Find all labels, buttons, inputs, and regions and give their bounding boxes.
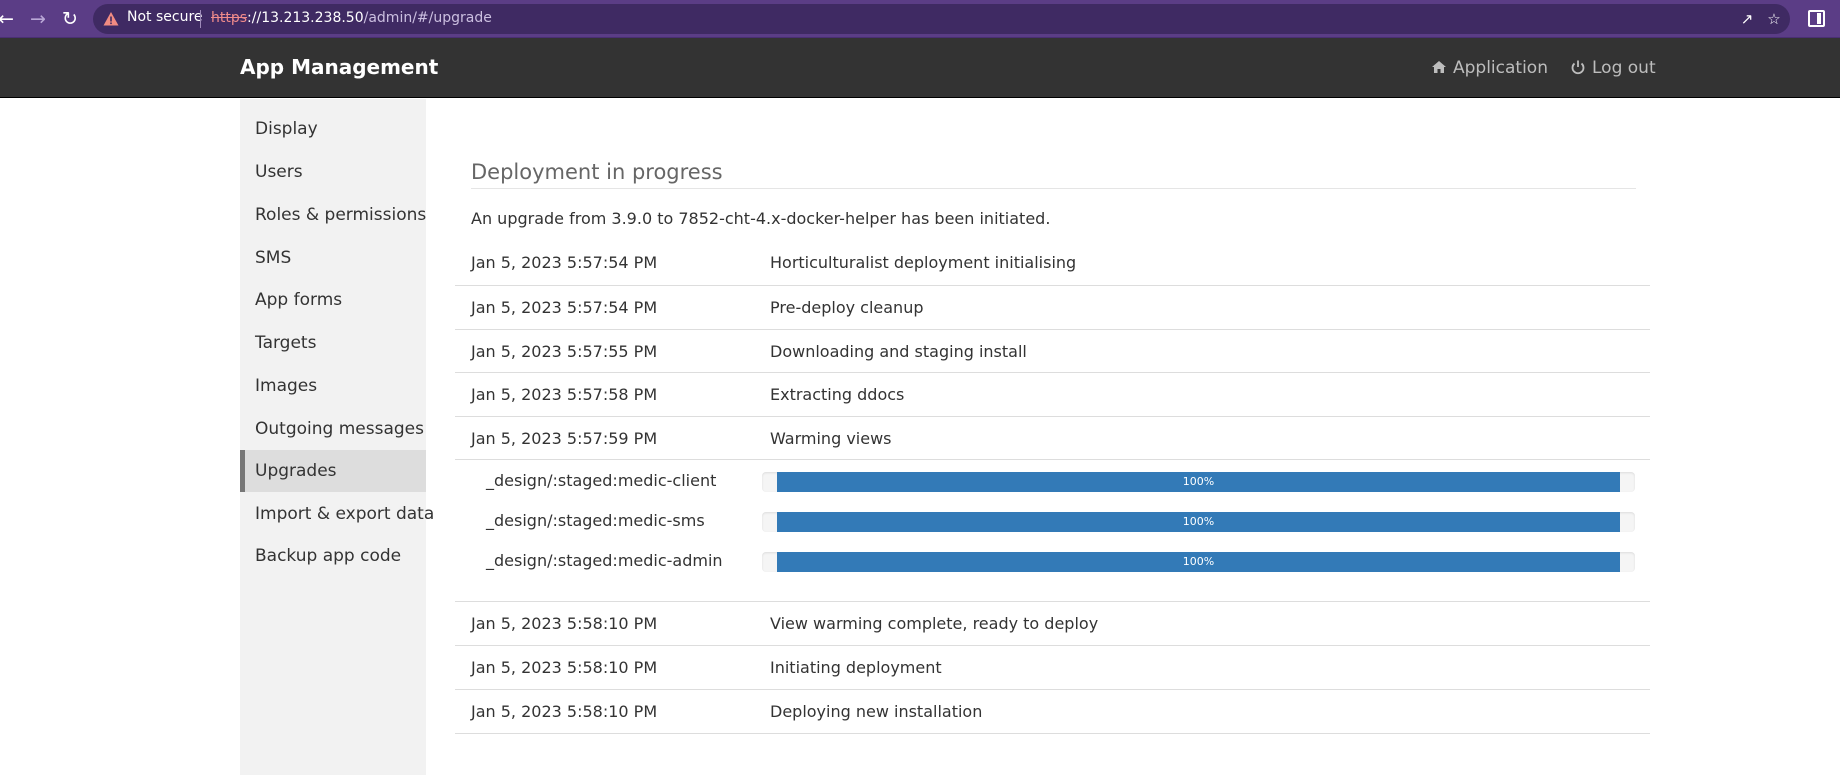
log-message: Downloading and staging install [770, 342, 1027, 361]
log-message: Pre-deploy cleanup [770, 298, 924, 317]
warning-icon [103, 12, 119, 26]
log-row: Jan 5, 2023 5:57:54 PM Pre-deploy cleanu… [455, 285, 1650, 329]
progress-bar: 100% [762, 512, 1635, 532]
log-timestamp: Jan 5, 2023 5:57:59 PM [471, 429, 658, 448]
progress-bar: 100% [762, 552, 1635, 572]
sidebar-item-upgrades[interactable]: Upgrades [240, 450, 426, 492]
power-icon [1571, 60, 1585, 75]
logout-label: Log out [1592, 58, 1656, 78]
app-navbar: App Management Application Log out [0, 38, 1840, 98]
application-label: Application [1453, 58, 1548, 78]
star-icon[interactable]: ☆ [1765, 10, 1783, 28]
logout-link[interactable]: Log out [1570, 58, 1656, 78]
sidebar-item-import-export[interactable]: Import & export data [240, 493, 434, 535]
progress-fill: 100% [777, 552, 1620, 572]
share-icon[interactable]: ↗ [1738, 10, 1756, 28]
log-timestamp: Jan 5, 2023 5:58:10 PM [471, 658, 658, 677]
title-divider [471, 188, 1636, 189]
log-timestamp: Jan 5, 2023 5:57:58 PM [471, 385, 658, 404]
log-row: Jan 5, 2023 5:58:10 PM View warming comp… [455, 601, 1650, 645]
url-host: ://13.213.238.50 [247, 10, 364, 26]
security-status[interactable]: Not secure [127, 9, 203, 25]
log-timestamp: Jan 5, 2023 5:57:55 PM [471, 342, 658, 361]
application-link[interactable]: Application [1431, 58, 1548, 78]
progress-fill: 100% [777, 472, 1620, 492]
progress-bar: 100% [762, 472, 1635, 492]
view-name: _design/:staged:medic-client [486, 471, 717, 490]
home-icon [1432, 61, 1446, 73]
log-message: Initiating deployment [770, 658, 942, 677]
url-scheme: https [211, 10, 248, 26]
sidebar-item-roles[interactable]: Roles & permissions [240, 194, 426, 236]
sidebar-item-backup[interactable]: Backup app code [240, 535, 426, 577]
page-title: Deployment in progress [471, 160, 723, 184]
log-row: Jan 5, 2023 5:58:10 PM Initiating deploy… [455, 645, 1650, 689]
omnibox-divider [200, 10, 201, 28]
log-message: Deploying new installation [770, 702, 983, 721]
sidebar-item-sms[interactable]: SMS [240, 237, 426, 279]
log-timestamp: Jan 5, 2023 5:58:10 PM [471, 702, 658, 721]
forward-arrow-icon[interactable]: → [28, 9, 48, 29]
view-warming-progress: _design/:staged:medic-client 100% _desig… [455, 459, 1650, 601]
log-row: Jan 5, 2023 5:58:10 PM Deploying new ins… [455, 689, 1650, 733]
view-name: _design/:staged:medic-admin [486, 551, 723, 570]
log-row: Jan 5, 2023 5:57:59 PM Warming views [455, 416, 1650, 460]
log-row: Jan 5, 2023 5:57:58 PM Extracting ddocs [455, 372, 1650, 416]
log-message: View warming complete, ready to deploy [770, 614, 1099, 633]
log-row: Jan 5, 2023 5:57:54 PM Horticulturalist … [455, 241, 1650, 285]
sidebar-item-images[interactable]: Images [240, 365, 426, 407]
sidebar: Display Users Roles & permissions SMS Ap… [240, 99, 434, 775]
sidebar-item-users[interactable]: Users [240, 151, 426, 193]
sidebar-item-app-forms[interactable]: App forms [240, 279, 426, 321]
browser-toolbar: ← → ↻ Not secure https://13.213.238.50/a… [0, 0, 1840, 38]
log-row: Jan 5, 2023 5:57:55 PM Downloading and s… [455, 329, 1650, 373]
log-timestamp: Jan 5, 2023 5:58:10 PM [471, 614, 658, 633]
log-bottom-divider [455, 733, 1650, 734]
reload-icon[interactable]: ↻ [60, 9, 80, 29]
address-bar[interactable]: Not secure https://13.213.238.50/admin/#… [93, 4, 1790, 34]
log-timestamp: Jan 5, 2023 5:57:54 PM [471, 253, 658, 272]
progress-fill: 100% [777, 512, 1620, 532]
url-path: /admin/#/upgrade [363, 10, 492, 26]
brand-title[interactable]: App Management [240, 55, 438, 79]
log-message: Warming views [770, 429, 892, 448]
url-text[interactable]: https://13.213.238.50/admin/#/upgrade [211, 10, 492, 26]
sidebar-item-display[interactable]: Display [240, 108, 426, 150]
back-arrow-icon[interactable]: ← [0, 9, 16, 29]
sidebar-item-targets[interactable]: Targets [240, 322, 426, 364]
view-name: _design/:staged:medic-sms [486, 511, 705, 530]
log-message: Horticulturalist deployment initialising [770, 253, 1077, 272]
log-timestamp: Jan 5, 2023 5:57:54 PM [471, 298, 658, 317]
sidebar-item-outgoing[interactable]: Outgoing messages [240, 408, 426, 450]
side-panel-icon[interactable] [1808, 10, 1825, 27]
log-message: Extracting ddocs [770, 385, 905, 404]
upgrade-intro: An upgrade from 3.9.0 to 7852-cht-4.x-do… [471, 209, 1051, 228]
